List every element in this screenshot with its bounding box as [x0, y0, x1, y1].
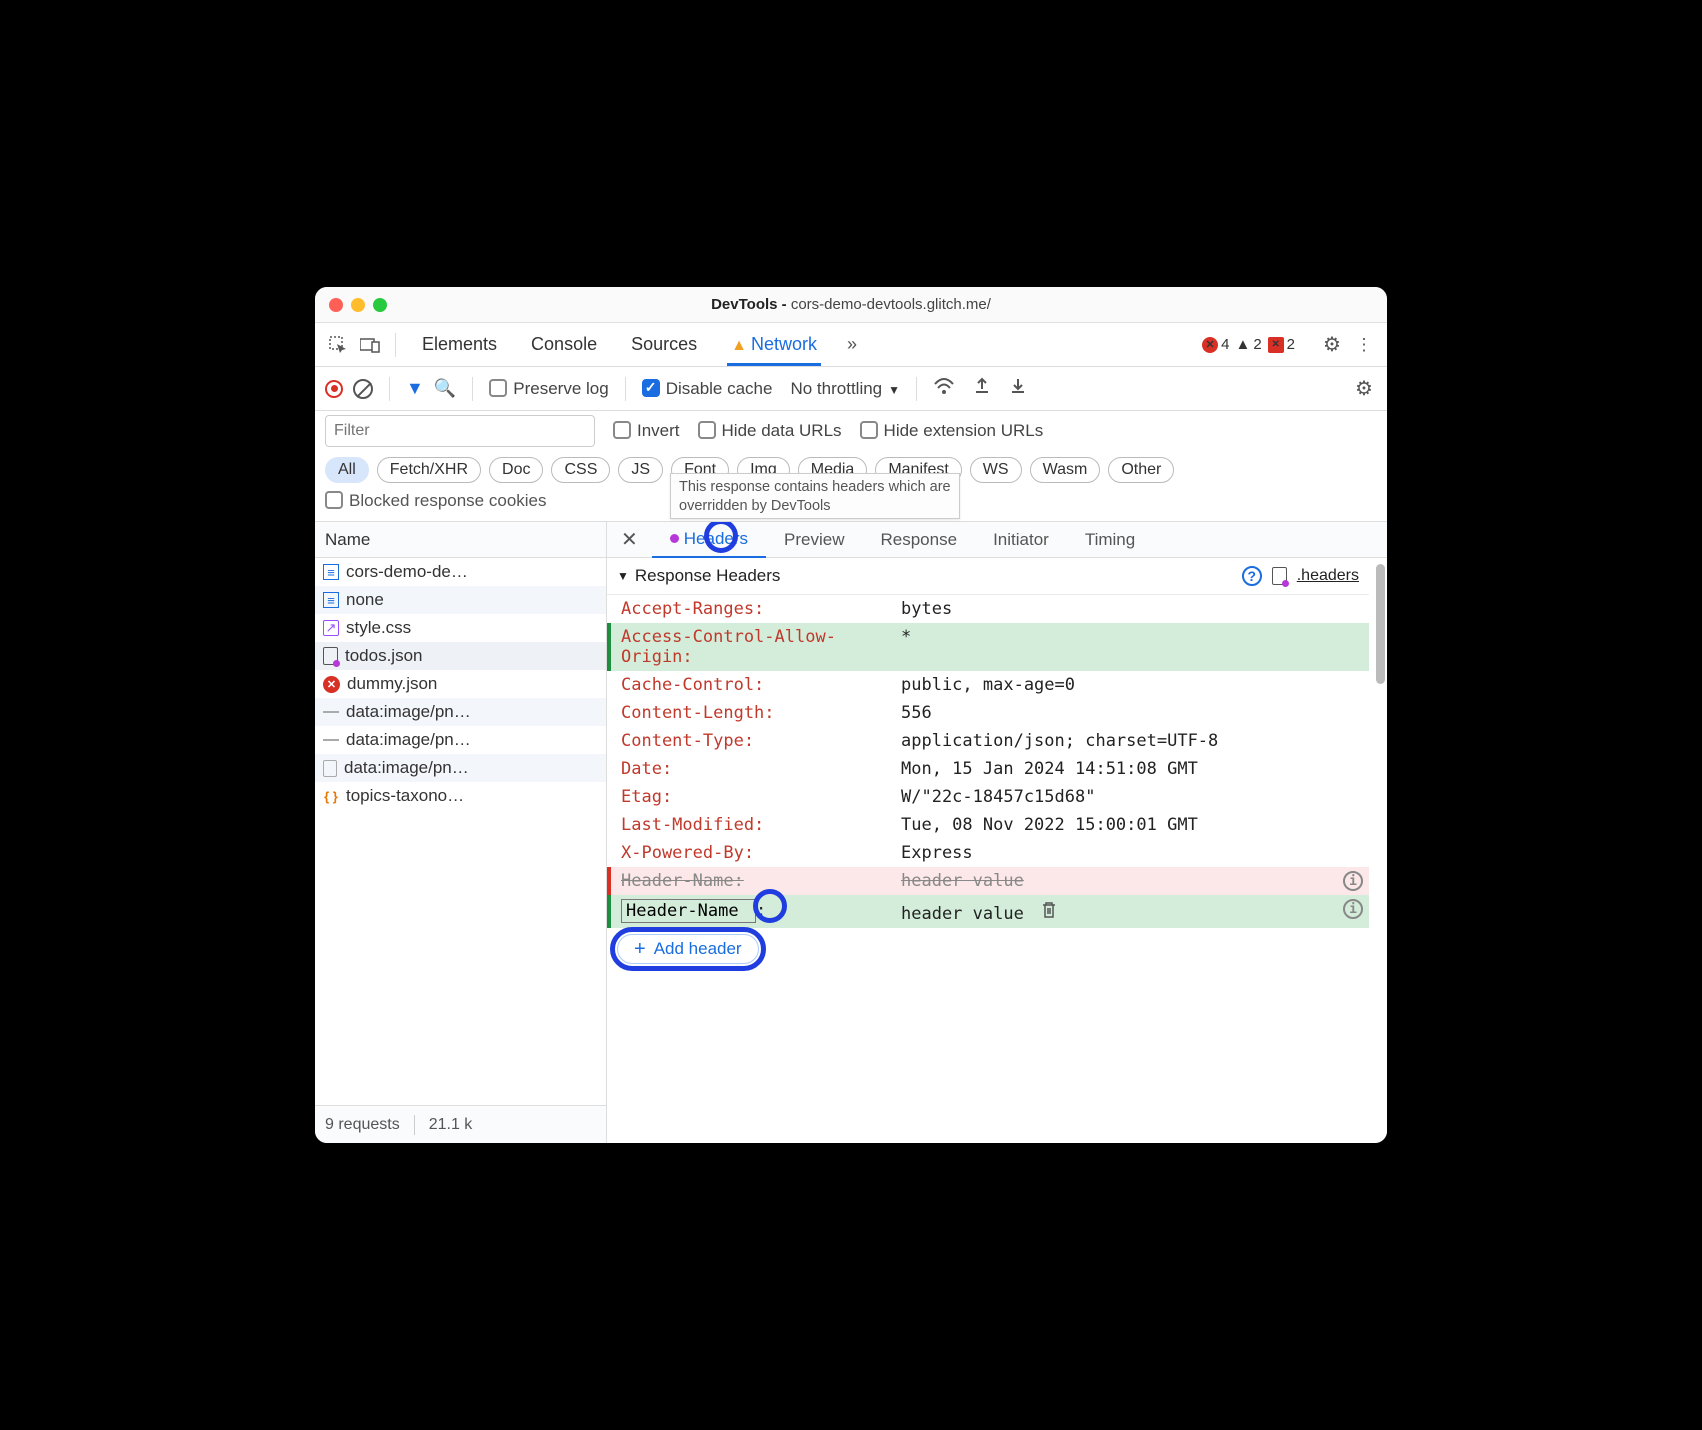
titlebar: DevTools - cors-demo-devtools.glitch.me/: [315, 287, 1387, 323]
detail-tabs: ✕ Headers Preview Response Initiator Tim…: [607, 522, 1387, 558]
blocked-response-cookies-checkbox[interactable]: Blocked response cookies: [325, 491, 547, 511]
header-row: Date:Mon, 15 Jan 2024 14:51:08 GMT: [607, 755, 1369, 783]
type-filter-css[interactable]: CSS: [551, 457, 610, 483]
hide-data-urls-checkbox[interactable]: Hide data URLs: [698, 421, 842, 441]
search-icon[interactable]: 🔍: [434, 378, 456, 399]
detail-tab-preview[interactable]: Preview: [766, 522, 862, 558]
issue-icon: ✕: [1268, 337, 1284, 353]
type-filter-doc[interactable]: Doc: [489, 457, 543, 483]
devtools-tabs: Elements Console Sources ▲Network » ✕4 ▲…: [315, 323, 1387, 367]
filter-input[interactable]: [325, 415, 595, 447]
invert-checkbox[interactable]: Invert: [613, 421, 680, 441]
request-row-data2[interactable]: data:image/pn…: [315, 726, 606, 754]
upload-icon[interactable]: [973, 377, 991, 400]
blocked-filter-row: Blocked response cookies arty requests T…: [315, 487, 1387, 522]
device-toolbar-icon[interactable]: [357, 332, 383, 358]
header-row: Content-Length:556: [607, 699, 1369, 727]
tab-elements[interactable]: Elements: [408, 334, 511, 355]
highlight-ring-icon: [704, 522, 738, 553]
type-filter-all[interactable]: All: [325, 457, 369, 483]
request-row-style[interactable]: ↗style.css: [315, 614, 606, 642]
network-conditions-icon[interactable]: [933, 377, 955, 400]
scrollbar[interactable]: [1376, 564, 1385, 684]
collapse-icon: ▼: [617, 569, 629, 583]
override-indicator-icon: [670, 534, 679, 543]
tab-network[interactable]: ▲Network: [717, 334, 831, 355]
header-name-input[interactable]: [621, 899, 756, 923]
status-transfer: 21.1 k: [429, 1116, 473, 1134]
request-row-dummy[interactable]: ✕dummy.json: [315, 670, 606, 698]
filter-toggle-icon[interactable]: ▼: [406, 378, 424, 399]
error-badges[interactable]: ✕4 ▲2 ✕2: [1202, 336, 1295, 353]
type-filter-wasm[interactable]: Wasm: [1030, 457, 1101, 483]
warning-icon: ▲: [1235, 336, 1250, 353]
detail-tab-initiator[interactable]: Initiator: [975, 522, 1067, 558]
header-row-overridden: Access-Control-Allow- Origin:*: [607, 623, 1369, 671]
highlight-ring-icon: [753, 889, 787, 923]
download-icon[interactable]: [1009, 377, 1027, 400]
header-row-removed: Header-Name:header valuei: [607, 867, 1369, 895]
request-row-cors-demo[interactable]: ≡cors-demo-de…: [315, 558, 606, 586]
error-icon: ✕: [1202, 337, 1218, 353]
header-row: X-Powered-By:Express: [607, 839, 1369, 867]
header-row: Content-Type:application/json; charset=U…: [607, 727, 1369, 755]
header-row: Etag:W/"22c-18457c15d68": [607, 783, 1369, 811]
filter-bar: Invert Hide data URLs Hide extension URL…: [315, 411, 1387, 451]
request-row-todos[interactable]: todos.json: [315, 642, 606, 670]
request-row-topics[interactable]: { }topics-taxono…: [315, 782, 606, 810]
close-details-icon[interactable]: ✕: [607, 527, 652, 552]
window-title: DevTools - cors-demo-devtools.glitch.me/: [315, 296, 1387, 313]
tab-console[interactable]: Console: [517, 334, 611, 355]
add-header-button[interactable]: + Add header: [617, 934, 759, 964]
record-button[interactable]: [325, 380, 343, 398]
more-menu-icon[interactable]: ⋮: [1351, 332, 1377, 358]
detail-tab-headers[interactable]: Headers: [652, 522, 766, 558]
hide-extension-urls-checkbox[interactable]: Hide extension URLs: [860, 421, 1044, 441]
headers-file-icon: [1272, 567, 1287, 585]
type-filter-js[interactable]: JS: [618, 457, 663, 483]
header-row-editing: : header value i: [607, 895, 1369, 928]
warning-icon: ▲: [731, 337, 747, 354]
request-row-none[interactable]: ≡none: [315, 586, 606, 614]
network-settings-icon[interactable]: ⚙: [1351, 376, 1377, 402]
info-icon[interactable]: i: [1343, 899, 1363, 919]
detail-tab-response[interactable]: Response: [863, 522, 976, 558]
delete-header-icon[interactable]: [1038, 899, 1060, 921]
type-filter-fetch[interactable]: Fetch/XHR: [377, 457, 481, 483]
throttling-select[interactable]: No throttling▼: [790, 379, 900, 399]
network-toolbar: ▼ 🔍 Preserve log Disable cache No thrott…: [315, 367, 1387, 411]
type-filter-other[interactable]: Other: [1108, 457, 1174, 483]
request-row-data1[interactable]: data:image/pn…: [315, 698, 606, 726]
headers-file-link[interactable]: .headers: [1297, 567, 1359, 585]
name-column-header[interactable]: Name: [315, 522, 606, 558]
type-filter-ws[interactable]: WS: [970, 457, 1022, 483]
info-icon[interactable]: i: [1343, 871, 1363, 891]
disable-cache-checkbox[interactable]: Disable cache: [642, 378, 773, 399]
response-headers-section[interactable]: ▼ Response Headers ? .headers: [607, 558, 1369, 595]
inspect-icon[interactable]: [325, 332, 351, 358]
header-row: Last-Modified:Tue, 08 Nov 2022 15:00:01 …: [607, 811, 1369, 839]
detail-tab-timing[interactable]: Timing: [1067, 522, 1153, 558]
more-tabs-icon[interactable]: »: [837, 332, 863, 358]
clear-button[interactable]: [353, 379, 373, 399]
header-row: Cache-Control:public, max-age=0: [607, 671, 1369, 699]
tab-sources[interactable]: Sources: [617, 334, 711, 355]
settings-icon[interactable]: ⚙: [1319, 332, 1345, 358]
preserve-log-checkbox[interactable]: Preserve log: [489, 378, 608, 399]
help-icon[interactable]: ?: [1242, 566, 1262, 586]
highlight-ring-icon: [610, 927, 766, 971]
header-row: Accept-Ranges:bytes: [607, 595, 1369, 623]
override-tooltip: This response contains headers which are…: [670, 473, 960, 519]
request-list: ≡cors-demo-de… ≡none ↗style.css todos.js…: [315, 558, 606, 1105]
request-row-data3[interactable]: data:image/pn…: [315, 754, 606, 782]
status-requests: 9 requests: [325, 1116, 400, 1134]
